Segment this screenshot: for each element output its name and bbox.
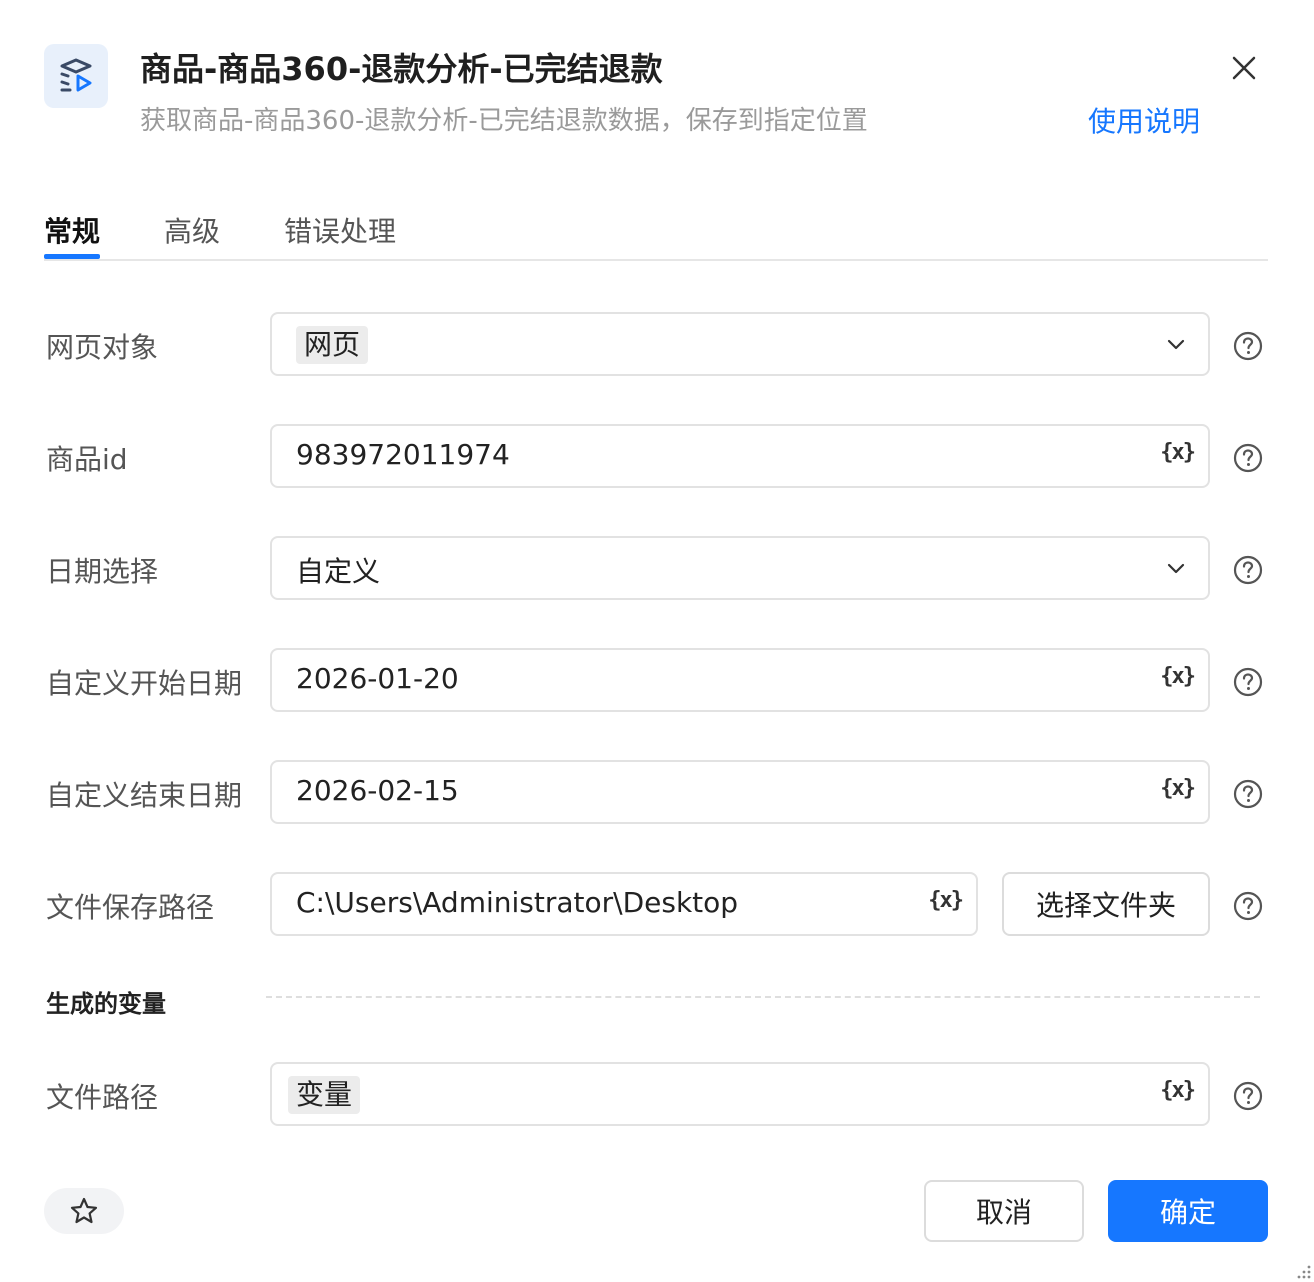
help-circle-icon[interactable] [1232,778,1264,810]
custom-start-value: 2026-01-20 [296,662,459,695]
variable-chip: 变量 [288,1076,361,1114]
custom-end-label: 自定义结束日期 [46,779,243,812]
date-select-dropdown[interactable]: 自定义 [270,536,1210,600]
dialog-title: 商品-商品360-退款分析-已完结退款 [140,50,663,88]
save-path-input[interactable]: C:\Users\Administrator\Desktop {x} [270,872,978,936]
favorite-button[interactable] [44,1188,124,1234]
custom-start-label: 自定义开始日期 [46,667,243,700]
tab-general[interactable]: 常规 [44,210,100,250]
section-divider [266,996,1260,998]
date-select-label: 日期选择 [46,555,159,588]
tab-bar: 常规 高级 错误处理 [44,200,1268,261]
custom-end-input[interactable]: 2026-02-15 {x} [270,760,1210,824]
webpage-chip: 网页 [296,326,369,364]
action-icon [44,44,108,108]
dialog-subtitle: 获取商品-商品360-退款分析-已完结退款数据，保存到指定位置 [140,106,868,136]
custom-end-value: 2026-02-15 [296,774,459,807]
save-path-label: 文件保存路径 [46,891,215,924]
file-path-label: 文件路径 [46,1081,159,1114]
close-button[interactable] [1224,48,1264,88]
active-tab-indicator [44,254,100,259]
generated-variables-heading: 生成的变量 [46,990,166,1018]
cancel-button[interactable]: 取消 [924,1180,1084,1242]
star-icon [70,1197,98,1224]
date-select-value: 自定义 [296,555,381,588]
product-id-label: 商品id [46,443,128,476]
custom-start-input[interactable]: 2026-01-20 {x} [270,648,1210,712]
chevron-down-icon [1167,339,1185,350]
help-circle-icon[interactable] [1232,666,1264,698]
help-circle-icon[interactable] [1232,442,1264,474]
help-circle-icon[interactable] [1232,554,1264,586]
variable-icon[interactable]: {x} [1160,1078,1196,1103]
close-icon [1232,56,1256,80]
choose-folder-button[interactable]: 选择文件夹 [1002,872,1210,936]
variable-icon[interactable]: {x} [1160,776,1196,801]
tab-error-handling[interactable]: 错误处理 [284,210,396,250]
webpage-object-select[interactable]: 网页 [270,312,1210,376]
product-id-value: 983972011974 [296,438,510,471]
help-link[interactable]: 使用说明 [1088,100,1200,140]
save-path-value: C:\Users\Administrator\Desktop [296,886,739,919]
variable-icon[interactable]: {x} [1160,664,1196,689]
tab-advanced[interactable]: 高级 [164,210,220,250]
help-circle-icon[interactable] [1232,330,1264,362]
help-circle-icon[interactable] [1232,890,1264,922]
product-id-input[interactable]: 983972011974 {x} [270,424,1210,488]
help-circle-icon[interactable] [1232,1080,1264,1112]
variable-icon[interactable]: {x} [928,888,964,913]
file-path-variable-input[interactable]: 变量 {x} [270,1062,1210,1126]
webpage-object-label: 网页对象 [46,331,159,364]
chevron-down-icon [1167,563,1185,574]
layers-play-icon [60,58,92,92]
resize-grip-icon[interactable] [1292,1260,1312,1280]
variable-icon[interactable]: {x} [1160,440,1196,465]
confirm-button[interactable]: 确定 [1108,1180,1268,1242]
